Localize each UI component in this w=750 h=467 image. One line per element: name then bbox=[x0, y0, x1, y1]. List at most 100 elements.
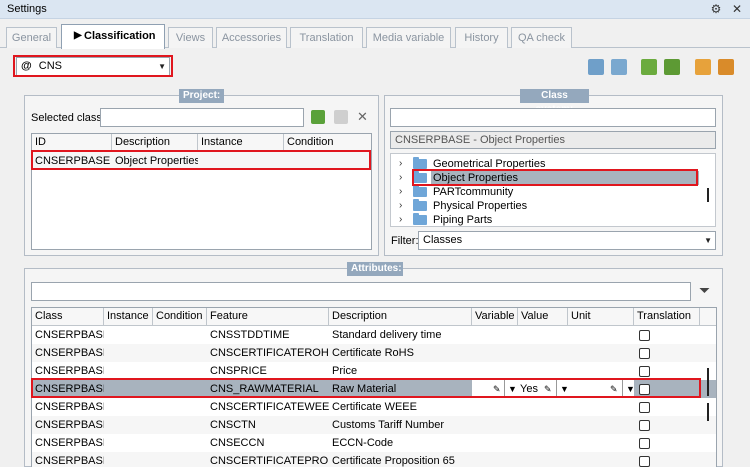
chevron-right-icon[interactable]: › bbox=[399, 213, 402, 226]
col-header-variable[interactable]: Variable bbox=[472, 308, 518, 326]
col-header-condition[interactable]: Condition bbox=[153, 308, 207, 326]
chevron-right-icon[interactable]: › bbox=[399, 157, 402, 171]
translation-checkbox[interactable] bbox=[639, 348, 650, 359]
chevron-right-icon[interactable]: › bbox=[399, 199, 402, 213]
cell-description: Certificate Proposition 65 bbox=[332, 455, 455, 467]
col-header-filler bbox=[700, 308, 716, 326]
edit-document-icon[interactable] bbox=[695, 59, 711, 75]
tab-translation[interactable]: Translation bbox=[290, 27, 363, 48]
table-row[interactable]: CNSERPBASE CNSCERTIFICATEROHS Certificat… bbox=[32, 344, 716, 362]
cell-class: CNSERPBASE bbox=[35, 437, 104, 449]
tab-views[interactable]: Views bbox=[168, 27, 213, 48]
tree-item[interactable]: › Piping Parts bbox=[399, 213, 699, 226]
table-row[interactable]: CNSERPBASE CNSSTDDTIME Standard delivery… bbox=[32, 326, 716, 344]
cell-description: Standard delivery time bbox=[332, 329, 442, 341]
cell-class: CNSERPBASE bbox=[35, 347, 104, 359]
cell-description: Customs Tariff Number bbox=[332, 419, 445, 431]
class-search-input[interactable] bbox=[390, 108, 716, 127]
tab-media-variable[interactable]: Media variable bbox=[366, 27, 451, 48]
tab-classification-label: Classification bbox=[84, 30, 156, 42]
edit-icon[interactable] bbox=[334, 110, 348, 124]
settings-plugin-icon[interactable] bbox=[664, 59, 680, 75]
highlight-project-row bbox=[31, 150, 371, 170]
filter-value: Classes bbox=[423, 234, 463, 246]
highlight-tree-item bbox=[412, 169, 698, 186]
folder-icon bbox=[413, 213, 427, 225]
cell-feature: CNSCERTIFICATEWEEE bbox=[210, 401, 329, 413]
class-system-title: Class system: bbox=[520, 89, 589, 115]
scrollbar-thumb[interactable] bbox=[707, 188, 709, 202]
cell-feature: CNSCERTIFICATEROHS bbox=[210, 347, 329, 359]
window-title: Settings bbox=[7, 3, 47, 15]
tab-classification[interactable]: ▶ Classification bbox=[61, 24, 165, 49]
project-title: Project: bbox=[179, 89, 224, 103]
cell-class: CNSERPBASE bbox=[35, 455, 104, 467]
table-row[interactable]: CNSERPBASE CNSCERTIFICATEPROP65 Certific… bbox=[32, 452, 716, 467]
import-table-icon[interactable] bbox=[611, 59, 627, 75]
table-row[interactable]: CNSERPBASE CNSCTN Customs Tariff Number bbox=[32, 416, 716, 434]
filter-label: Filter: bbox=[391, 235, 419, 247]
translation-checkbox[interactable] bbox=[639, 330, 650, 341]
selected-classes-input[interactable] bbox=[100, 108, 304, 127]
tab-bar: General ▶ Classification Views Accessorie… bbox=[0, 19, 750, 49]
class-tree: › Geometrical Properties › Object Proper… bbox=[390, 153, 716, 227]
scrollbar-thumb-lower[interactable] bbox=[707, 403, 709, 421]
chevron-right-icon[interactable]: › bbox=[399, 185, 402, 199]
import-document-icon[interactable] bbox=[718, 59, 734, 75]
cell-feature: CNSCERTIFICATEPROP65 bbox=[210, 455, 329, 467]
folder-icon bbox=[413, 157, 427, 169]
add-icon[interactable] bbox=[311, 110, 325, 124]
cell-feature: CNSSTDDTIME bbox=[210, 329, 290, 341]
tab-accessories[interactable]: Accessories bbox=[216, 27, 287, 48]
delete-icon[interactable]: ✕ bbox=[357, 109, 368, 125]
tab-general[interactable]: General bbox=[6, 27, 57, 48]
attributes-search-input[interactable] bbox=[31, 282, 691, 301]
cell-class: CNSERPBASE bbox=[35, 401, 104, 413]
col-header-value[interactable]: Value bbox=[518, 308, 568, 326]
tree-item[interactable]: › PARTcommunity bbox=[399, 185, 699, 199]
filter-dropdown[interactable]: Classes ▼ bbox=[418, 231, 716, 250]
cell-description: Certificate WEEE bbox=[332, 401, 417, 413]
chevron-down-icon: ▼ bbox=[704, 236, 712, 245]
cell-description: Certificate RoHS bbox=[332, 347, 414, 359]
translation-checkbox[interactable] bbox=[639, 456, 650, 467]
table-row[interactable]: CNSERPBASE CNSECCN ECCN-Code bbox=[32, 434, 716, 452]
col-header-description[interactable]: Description bbox=[329, 308, 472, 326]
translation-checkbox[interactable] bbox=[639, 366, 650, 377]
translation-checkbox[interactable] bbox=[639, 402, 650, 413]
col-header-feature[interactable]: Feature bbox=[207, 308, 329, 326]
col-header-instance[interactable]: Instance bbox=[104, 308, 153, 326]
cell-class: CNSERPBASE bbox=[35, 329, 104, 341]
add-class-icon[interactable] bbox=[641, 59, 657, 75]
highlight-catalog bbox=[13, 55, 173, 77]
cell-feature: CNSCTN bbox=[210, 419, 256, 431]
export-table-icon[interactable] bbox=[588, 59, 604, 75]
gear-icon[interactable]: ⚙ bbox=[708, 1, 724, 17]
folder-icon bbox=[413, 185, 427, 197]
tree-item-label: Physical Properties bbox=[433, 200, 528, 212]
col-header-unit[interactable]: Unit bbox=[568, 308, 634, 326]
tree-item-label: Piping Parts bbox=[433, 214, 493, 226]
filter-funnel-icon[interactable]: ⏷ bbox=[699, 282, 710, 299]
col-header-translation[interactable]: Translation bbox=[634, 308, 700, 326]
tab-qa-check[interactable]: QA check bbox=[511, 27, 572, 48]
col-header-class[interactable]: Class bbox=[32, 308, 104, 326]
translation-checkbox[interactable] bbox=[639, 420, 650, 431]
scrollbar-thumb[interactable] bbox=[707, 368, 709, 396]
triangle-right-icon: ▶ bbox=[74, 30, 82, 41]
folder-icon bbox=[413, 199, 427, 211]
table-row[interactable]: CNSERPBASE CNSCERTIFICATEWEEE Certificat… bbox=[32, 398, 716, 416]
cell-description: ECCN-Code bbox=[332, 437, 394, 449]
tab-history[interactable]: History bbox=[455, 27, 508, 48]
chevron-right-icon[interactable]: › bbox=[399, 171, 402, 185]
cell-feature: CNSECCN bbox=[210, 437, 265, 449]
cell-class: CNSERPBASE bbox=[35, 419, 104, 431]
tree-item-label: PARTcommunity bbox=[433, 186, 514, 198]
class-path: CNSERPBASE - Object Properties bbox=[390, 131, 716, 149]
translation-checkbox[interactable] bbox=[639, 438, 650, 449]
highlight-attribute-row bbox=[31, 378, 701, 398]
tree-item[interactable]: › Physical Properties bbox=[399, 199, 699, 213]
close-icon[interactable]: ✕ bbox=[729, 1, 745, 17]
attributes-title: Attributes: bbox=[347, 262, 403, 276]
title-bar: Settings ⚙ ✕ bbox=[0, 0, 750, 19]
